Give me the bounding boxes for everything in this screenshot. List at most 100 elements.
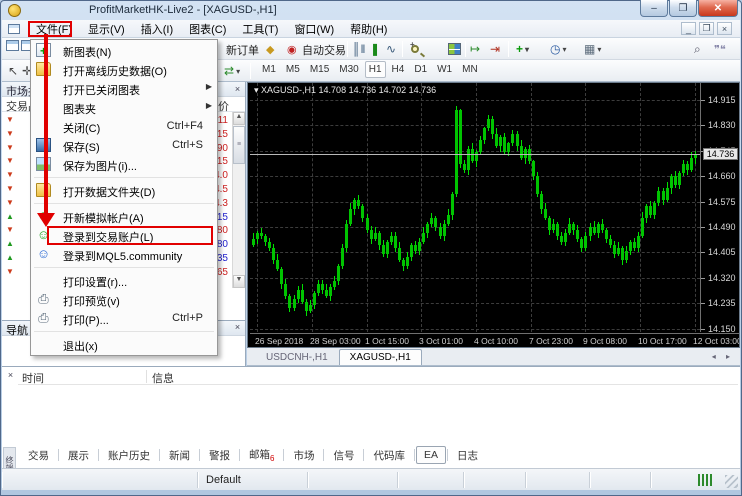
periods-icon[interactable]: ◷▾ xyxy=(550,40,567,58)
terminal-tab-展示[interactable]: 展示 xyxy=(60,445,97,466)
terminal-tab-账户历史[interactable]: 账户历史 xyxy=(100,445,158,466)
tab-scroll-arrows-icon[interactable]: ◂ ▸ xyxy=(712,352,734,361)
terminal-tab-邮箱[interactable]: 邮箱6 xyxy=(241,444,282,466)
file-menu-item-5[interactable]: 关闭(C)Ctrl+F4 xyxy=(31,117,217,136)
market-watch-close-icon[interactable]: × xyxy=(232,83,243,94)
terminal-tab-新闻[interactable]: 新闻 xyxy=(161,445,198,466)
menubar-item-6[interactable]: 窗口(W) xyxy=(286,19,342,39)
timeframe-m30[interactable]: M30 xyxy=(335,61,362,78)
file-menu-item-9[interactable]: ☺开新模拟帐户(A) xyxy=(31,207,217,226)
timeframe-m1[interactable]: M1 xyxy=(258,61,280,78)
folder-icon xyxy=(36,183,51,197)
chart-shift-icon[interactable]: ⇥ xyxy=(490,40,500,58)
navigator-close-icon[interactable]: × xyxy=(232,322,243,333)
terminal-tab-市场[interactable]: 市场 xyxy=(285,445,322,466)
terminal-tab-EA[interactable]: EA xyxy=(416,446,446,464)
templates-icon[interactable]: ▦▾ xyxy=(584,40,601,58)
autotrading-button[interactable]: 自动交易 xyxy=(302,42,346,58)
timeframe-d1[interactable]: D1 xyxy=(410,61,431,78)
child-minimize-button[interactable]: _ xyxy=(681,22,696,35)
file-menu-item-6[interactable]: 保存(S) Ctrl+S xyxy=(31,136,217,155)
minimize-button[interactable]: – xyxy=(640,0,668,17)
scroll-up-icon[interactable]: ▲ xyxy=(233,112,245,125)
bar-chart-icon[interactable]: ║‖ xyxy=(352,40,365,58)
up-arrow-icon: ▲ xyxy=(6,253,14,262)
candlestick xyxy=(528,149,531,161)
search-icon[interactable]: ⌕ xyxy=(694,40,701,58)
menubar-item-1[interactable]: 文件(F) xyxy=(28,19,80,39)
profile-indicator[interactable]: Default xyxy=(197,472,307,488)
candlestick xyxy=(382,245,385,254)
candlestick xyxy=(394,236,397,248)
file-menu-item-13[interactable]: ⎙打印预览(v) xyxy=(31,290,217,309)
file-menu-item-11[interactable]: ☺登录到MQL5.community xyxy=(31,245,217,264)
file-menu-item-1[interactable]: +新图表(N) xyxy=(31,41,217,60)
new-chart-window-icon[interactable] xyxy=(6,40,19,51)
chat-icon[interactable]: ❞❝ xyxy=(714,40,726,58)
connection-status-icon xyxy=(698,474,712,486)
child-close-button[interactable]: × xyxy=(717,22,732,35)
new-order-button[interactable]: 新订单 xyxy=(226,42,259,58)
terminal-close-icon[interactable]: × xyxy=(5,370,16,381)
timeframe-m5[interactable]: M5 xyxy=(282,61,304,78)
close-button[interactable]: ✕ xyxy=(698,0,738,17)
timeframe-mn[interactable]: MN xyxy=(458,61,482,78)
resize-grip[interactable] xyxy=(725,475,738,488)
menu-shortcut: Ctrl+S xyxy=(172,139,203,151)
file-menu-item-4[interactable]: 图表夹▶ xyxy=(31,98,217,117)
candlestick xyxy=(613,245,616,254)
timeframe-w1[interactable]: W1 xyxy=(433,61,456,78)
auto-scroll-icon[interactable]: ↦ xyxy=(470,40,480,58)
line-chart-icon[interactable]: ∿ xyxy=(386,40,396,58)
file-menu-item-10[interactable]: ☺登录到交易账户(L) xyxy=(31,226,217,245)
menu-item-label: 保存(S) xyxy=(63,142,100,154)
symbols-icon[interactable]: ⇄▾ xyxy=(224,62,240,80)
terminal-tab-日志[interactable]: 日志 xyxy=(449,445,486,466)
price-scale[interactable]: 14.91514.83014.74514.66014.57514.49014.4… xyxy=(700,83,739,332)
file-menu-item-15[interactable]: 退出(x) xyxy=(31,335,217,354)
menubar-item-2[interactable]: 显示(V) xyxy=(80,19,133,39)
zoom-in-icon[interactable]: + xyxy=(408,40,422,58)
chart-plot-area[interactable]: ▾ XAGUSD-,H1 14.708 14.736 14.702 14.736 xyxy=(250,83,700,332)
file-menu-item-3[interactable]: 打开已关闭图表▶ xyxy=(31,79,217,98)
candlestick xyxy=(434,218,437,227)
chart-tab-2[interactable]: XAGUSD-,H1 xyxy=(339,349,422,365)
scroll-thumb[interactable]: ≡ xyxy=(233,126,245,164)
child-restore-button[interactable]: ❐ xyxy=(699,22,714,35)
candlestick-chart-icon[interactable]: ❚ xyxy=(370,40,380,58)
terminal-tab-信号[interactable]: 信号 xyxy=(325,445,362,466)
indicators-icon[interactable]: +▾ xyxy=(516,40,529,58)
candlestick xyxy=(511,134,514,143)
menubar-item-7[interactable]: 帮助(H) xyxy=(342,19,395,39)
cursor-icon[interactable]: ↖ xyxy=(8,62,18,80)
time-axis[interactable]: 26 Sep 201828 Sep 03:001 Oct 15:003 Oct … xyxy=(250,333,739,347)
candlestick xyxy=(414,245,417,251)
envelope-icon[interactable]: ◆ xyxy=(266,40,274,58)
file-menu-item-8[interactable]: 打开数据文件夹(D) xyxy=(31,181,217,200)
candlestick xyxy=(333,281,336,287)
menubar-item-5[interactable]: 工具(T) xyxy=(234,19,286,39)
restore-button[interactable]: ❐ xyxy=(669,0,697,17)
timeframe-h4[interactable]: H4 xyxy=(388,61,409,78)
terminal-tab-交易[interactable]: 交易 xyxy=(20,445,57,466)
autotrading-icon[interactable]: ◉ xyxy=(287,40,297,58)
terminal-tab-代码库[interactable]: 代码库 xyxy=(365,445,413,466)
timeframe-h1[interactable]: H1 xyxy=(365,61,386,78)
candlestick xyxy=(637,236,640,248)
chart-tab-1[interactable]: USDCNH-,H1 xyxy=(255,349,339,365)
none-icon xyxy=(36,119,51,133)
menubar-item-3[interactable]: 插入(I) xyxy=(133,19,181,39)
timeframe-m15[interactable]: M15 xyxy=(306,61,333,78)
terminal-tab-警报[interactable]: 警报 xyxy=(201,445,238,466)
file-menu-item-7[interactable]: 保存为图片(i)... xyxy=(31,155,217,174)
file-menu-item-2[interactable]: 打开离线历史数据(O) xyxy=(31,60,217,79)
market-watch-scrollbar[interactable]: ▲ ≡ ▼ xyxy=(232,112,245,288)
menubar-item-4[interactable]: 图表(C) xyxy=(181,19,234,39)
scroll-down-icon[interactable]: ▼ xyxy=(233,275,245,288)
candlestick xyxy=(447,215,450,224)
file-menu-item-14[interactable]: ⎙打印(P)...Ctrl+P xyxy=(31,309,217,328)
file-menu-item-12[interactable]: 打印设置(r)... xyxy=(31,271,217,290)
candlestick xyxy=(467,149,470,170)
menu-shortcut: Ctrl+F4 xyxy=(167,120,203,132)
tile-windows-icon[interactable] xyxy=(448,40,461,58)
